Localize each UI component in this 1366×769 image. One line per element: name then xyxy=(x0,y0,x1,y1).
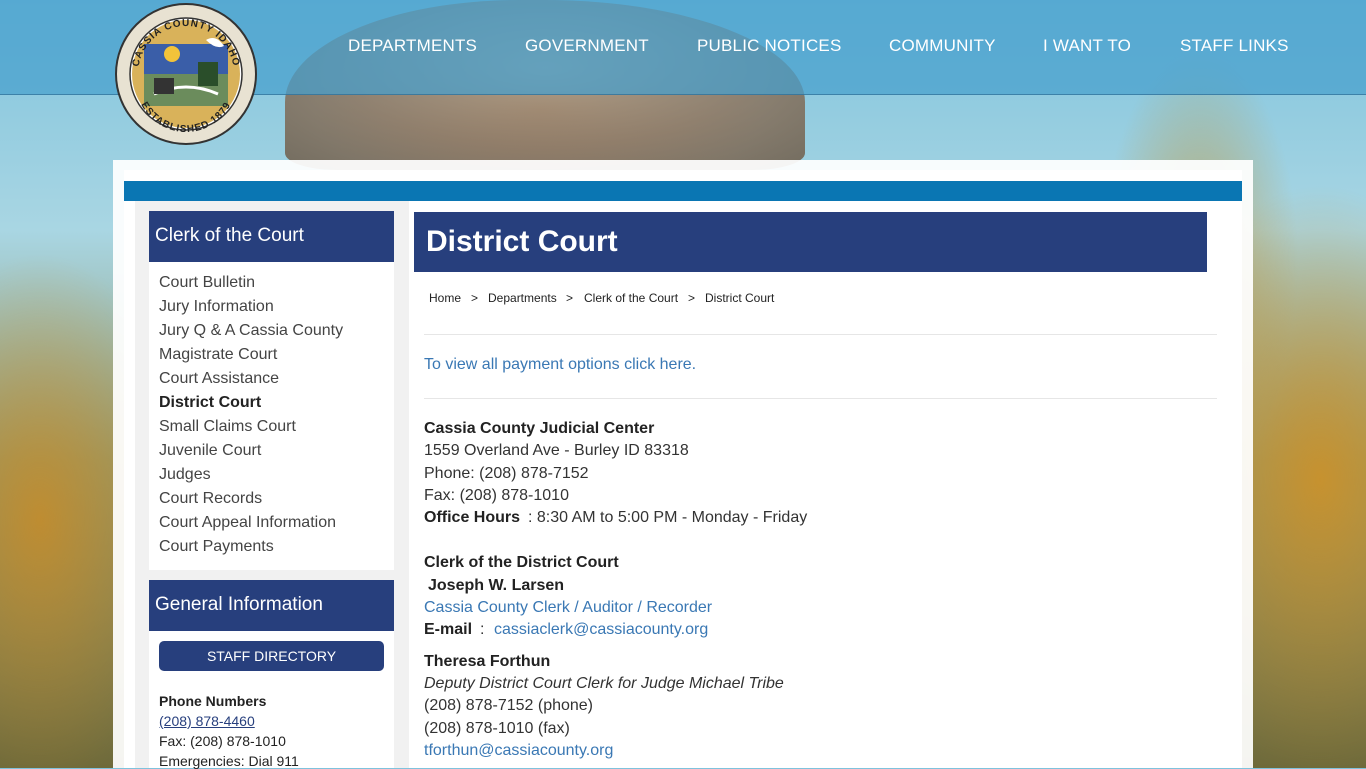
judicial-center-fax: Fax: (208) 878-1010 xyxy=(424,487,569,504)
clerk-email-separator: : xyxy=(480,621,485,638)
breadcrumb-separator: > xyxy=(688,291,696,305)
clerk-title-link[interactable]: Cassia County Clerk / Auditor / Recorder xyxy=(424,599,712,617)
nav-staff-links[interactable]: STAFF LINKS xyxy=(1180,36,1289,56)
nav-public-notices[interactable]: PUBLIC NOTICES xyxy=(697,36,842,56)
staff-directory-button[interactable]: STAFF DIRECTORY xyxy=(159,641,384,671)
deputy-email-link[interactable]: tforthun@cassiacounty.org xyxy=(424,742,613,760)
judicial-center-name: Cassia County Judicial Center xyxy=(424,420,655,437)
accent-stripe xyxy=(124,181,1242,201)
sidebar-item-jury-qa[interactable]: Jury Q & A Cassia County xyxy=(159,322,343,340)
deputy-fax: (208) 878-1010 (fax) xyxy=(424,720,570,737)
sidebar-item-judges[interactable]: Judges xyxy=(159,466,211,484)
breadcrumb-home[interactable]: Home xyxy=(429,291,461,305)
divider xyxy=(424,334,1217,335)
main-phone-link[interactable]: (208) 878-4460 xyxy=(159,713,255,729)
office-hours-label: Office Hours xyxy=(424,509,521,526)
nav-departments[interactable]: DEPARTMENTS xyxy=(348,36,477,56)
nav-government[interactable]: GOVERNMENT xyxy=(525,36,649,56)
clerk-email-label: E-mail xyxy=(424,621,473,638)
sidebar-item-small-claims-court[interactable]: Small Claims Court xyxy=(159,418,296,436)
sidebar-item-juvenile-court[interactable]: Juvenile Court xyxy=(159,442,261,460)
sidebar-item-jury-information[interactable]: Jury Information xyxy=(159,298,274,316)
judicial-center-address: 1559 Overland Ave - Burley ID 83318 xyxy=(424,442,689,459)
county-seal-logo[interactable]: CASSIA COUNTY IDAHO ESTABLISHED 1879 xyxy=(114,2,258,146)
sidebar-emergencies: Emergencies: Dial 911 xyxy=(159,753,299,769)
sidebar-item-district-court[interactable]: District Court xyxy=(159,394,261,412)
breadcrumb-current: District Court xyxy=(705,291,775,305)
sidebar-item-court-bulletin[interactable]: Court Bulletin xyxy=(159,274,255,292)
sidebar-item-court-assistance[interactable]: Court Assistance xyxy=(159,370,279,388)
deputy-name: Theresa Forthun xyxy=(424,653,551,670)
clerk-name: Joseph W. Larsen xyxy=(428,577,565,594)
breadcrumb-clerk-of-the-court[interactable]: Clerk of the Court xyxy=(584,291,678,305)
sidebar-item-court-records[interactable]: Court Records xyxy=(159,490,262,508)
general-info-heading: General Information xyxy=(149,580,394,631)
main-nav: DEPARTMENTS GOVERNMENT PUBLIC NOTICES CO… xyxy=(0,36,1366,60)
sidebar-item-magistrate-court[interactable]: Magistrate Court xyxy=(159,346,277,364)
page-title: District Court xyxy=(414,212,1207,272)
payment-options-link[interactable]: To view all payment options click here. xyxy=(424,356,696,374)
office-hours-value: : 8:30 AM to 5:00 PM - Monday - Friday xyxy=(528,509,808,526)
nav-i-want-to[interactable]: I WANT TO xyxy=(1043,36,1131,56)
phone-numbers-heading: Phone Numbers xyxy=(159,693,267,709)
sidebar-fax: Fax: (208) 878-1010 xyxy=(159,733,286,749)
clerk-email-link[interactable]: cassiaclerk@cassiacounty.org xyxy=(494,621,708,639)
breadcrumb-separator: > xyxy=(471,291,479,305)
nav-community[interactable]: COMMUNITY xyxy=(889,36,996,56)
breadcrumb-departments[interactable]: Departments xyxy=(488,291,557,305)
breadcrumb-separator: > xyxy=(566,291,574,305)
divider xyxy=(424,398,1217,399)
sidebar-item-court-appeal-information[interactable]: Court Appeal Information xyxy=(159,514,336,532)
deputy-title: Deputy District Court Clerk for Judge Mi… xyxy=(424,675,784,692)
deputy-phone: (208) 878-7152 (phone) xyxy=(424,697,594,714)
sidebar-heading: Clerk of the Court xyxy=(149,211,394,262)
judicial-center-phone: Phone: (208) 878-7152 xyxy=(424,465,589,482)
sidebar-item-court-payments[interactable]: Court Payments xyxy=(159,538,274,556)
clerk-heading: Clerk of the District Court xyxy=(424,554,619,571)
